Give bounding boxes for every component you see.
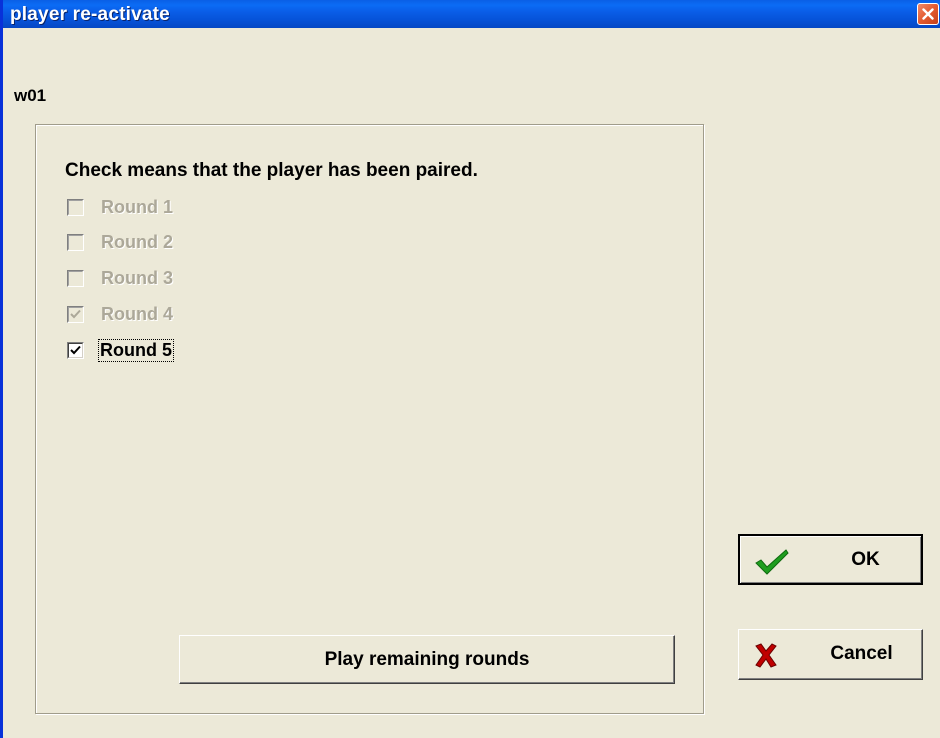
round-4-label: Round 4 — [101, 304, 173, 324]
round-4-checkbox[interactable] — [67, 306, 84, 323]
cancel-button[interactable]: Cancel — [738, 629, 923, 680]
player-name: w01 — [14, 86, 47, 105]
title-bar[interactable]: player re-activate — [3, 0, 940, 28]
play-remaining-rounds-button[interactable]: Play remaining rounds — [179, 635, 675, 684]
window-title: player re-activate — [10, 4, 170, 25]
dialog-window: player re-activate w01 Check means that … — [0, 0, 940, 738]
round-1-checkbox[interactable] — [67, 199, 84, 216]
round-1-label: Round 1 — [101, 197, 173, 217]
ok-button[interactable]: OK — [738, 534, 923, 585]
checkmark-icon — [70, 345, 81, 355]
round-5-label: Round 5 — [98, 339, 174, 362]
red-x-icon — [755, 643, 777, 668]
ok-label: OK — [851, 549, 880, 570]
round-2-checkbox[interactable] — [67, 234, 84, 251]
close-button[interactable] — [917, 3, 939, 25]
round-5-checkbox[interactable] — [67, 342, 84, 359]
checkmark-icon — [70, 309, 81, 319]
round-2-label: Round 2 — [101, 232, 173, 252]
instruction-text: Check means that the player has been pai… — [65, 160, 478, 181]
cancel-label: Cancel — [830, 643, 893, 664]
round-3-label: Round 3 — [101, 268, 173, 288]
round-3-checkbox[interactable] — [67, 270, 84, 287]
checkmark-icon — [755, 549, 789, 575]
close-icon — [922, 8, 934, 20]
